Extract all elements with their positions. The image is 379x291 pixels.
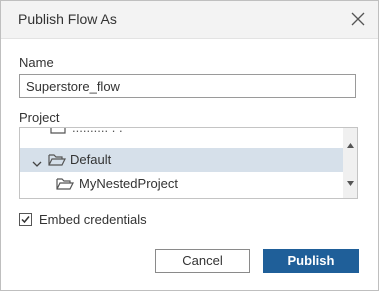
embed-credentials-checkbox[interactable] (19, 213, 32, 226)
cancel-button[interactable]: Cancel (155, 249, 250, 273)
name-label: Name (19, 55, 54, 70)
project-label: Project (19, 110, 60, 125)
project-tree-item-label: Default (70, 152, 112, 167)
folder-open-icon (56, 177, 74, 194)
folder-icon (50, 128, 68, 138)
folder-open-icon (48, 153, 66, 170)
project-tree-item-hidden[interactable]: .......... . . (20, 127, 344, 140)
checkmark-icon (21, 216, 30, 224)
project-tree[interactable]: .......... . . Default MyNestedProject (19, 127, 358, 199)
close-icon[interactable] (348, 9, 368, 29)
project-tree-item-mynestedproject[interactable]: MyNestedProject (20, 172, 344, 196)
publish-flow-dialog: Publish Flow As Name Project .......... … (0, 0, 379, 291)
scroll-down-icon[interactable] (347, 173, 354, 191)
dialog-titlebar: Publish Flow As (1, 1, 378, 39)
scroll-up-icon[interactable] (347, 135, 354, 153)
project-tree-scrollbar[interactable] (343, 128, 357, 198)
embed-credentials-label[interactable]: Embed credentials (39, 212, 147, 227)
project-tree-item-default[interactable]: Default (20, 148, 344, 172)
dialog-title: Publish Flow As (18, 11, 117, 27)
project-tree-item-label: .......... . . (72, 127, 123, 135)
project-tree-item-label: MyNestedProject (79, 176, 178, 191)
publish-button[interactable]: Publish (263, 249, 359, 273)
chevron-down-icon[interactable] (32, 156, 42, 171)
name-input[interactable] (19, 74, 356, 98)
